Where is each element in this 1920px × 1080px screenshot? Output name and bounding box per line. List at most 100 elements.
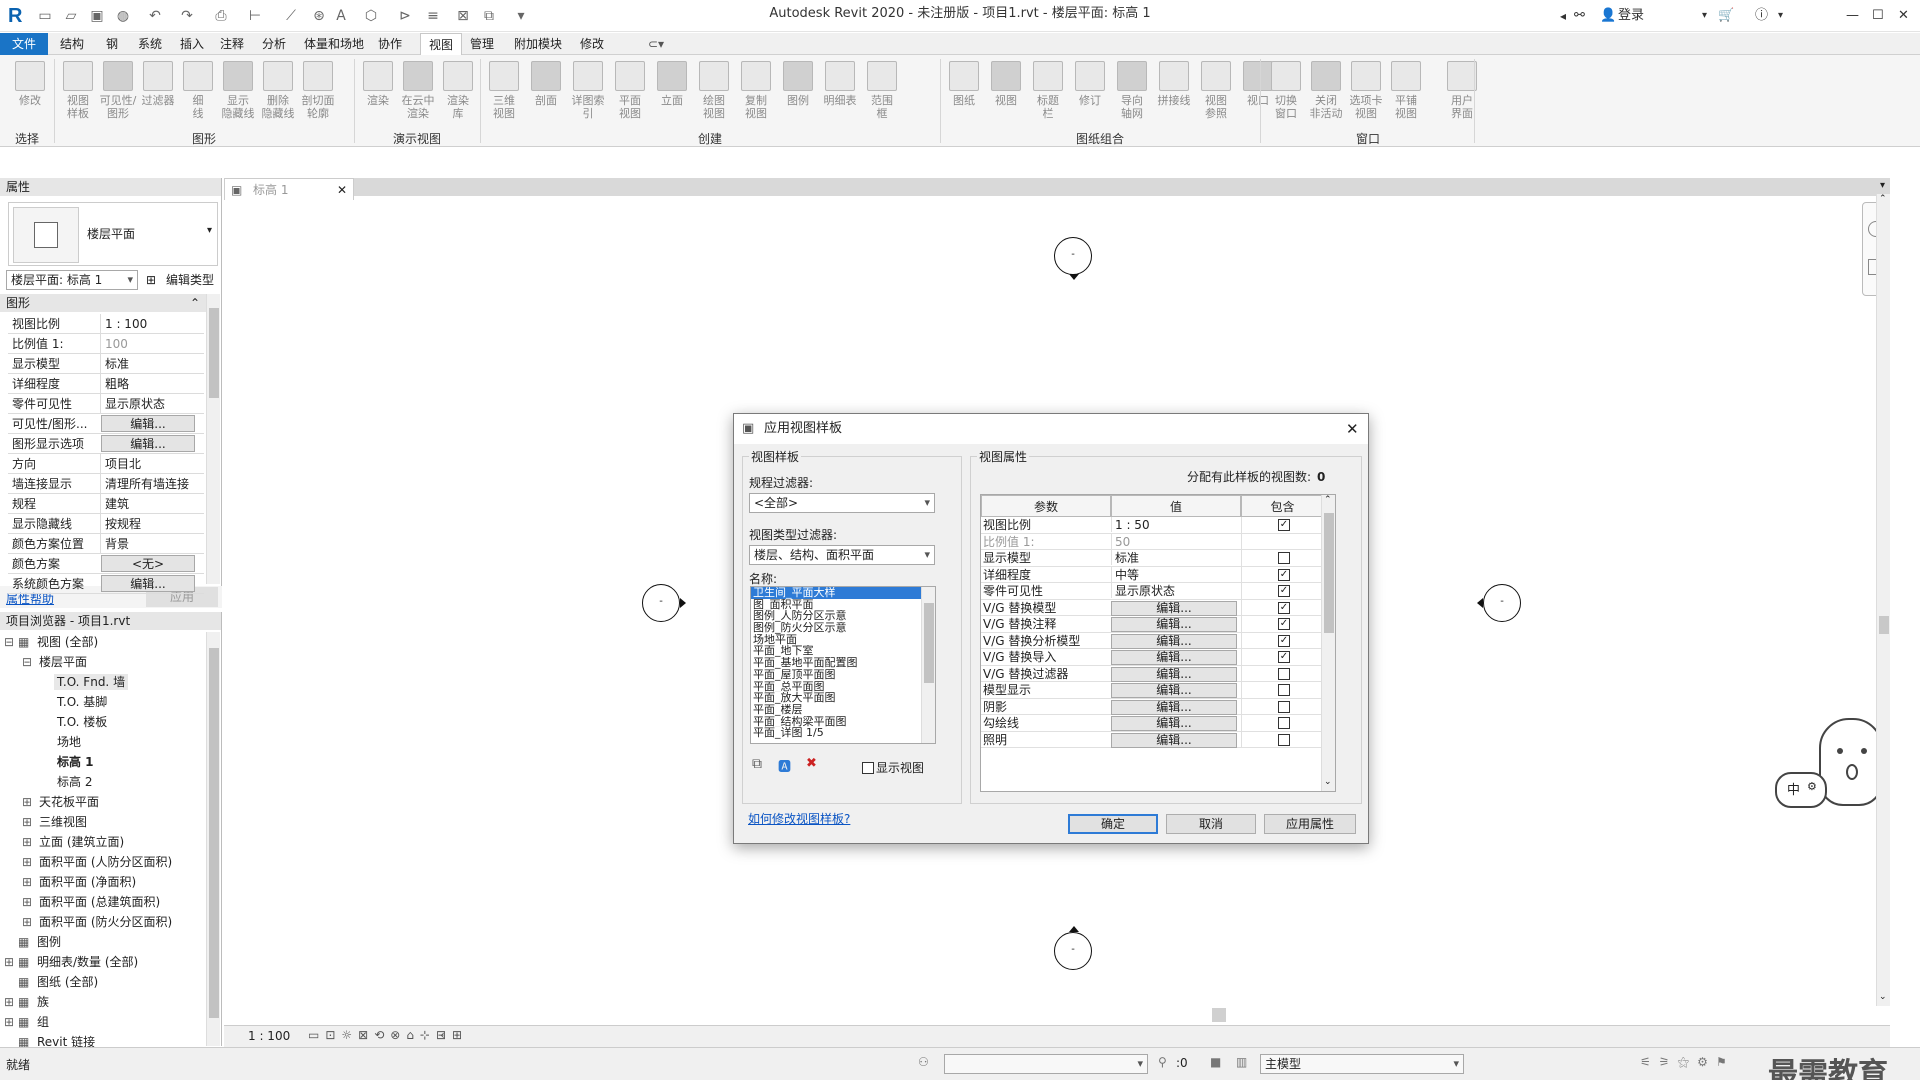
- browser-item-14-expand-icon[interactable]: ⊞: [22, 912, 36, 932]
- delete-template-icon[interactable]: ✖: [806, 756, 817, 771]
- browser-item-16[interactable]: ⊞ ▦ 明细表/数量 (全部): [0, 952, 206, 972]
- minimize-button[interactable]: —: [1846, 4, 1859, 28]
- properties-scrollbar[interactable]: [206, 294, 220, 584]
- browser-item-19[interactable]: ⊞ ▦ 组: [0, 1012, 206, 1032]
- name-list-scrollbar[interactable]: [921, 587, 935, 743]
- ribbon-tab-12[interactable]: 修改: [572, 33, 612, 55]
- ribbon-button-graphics-1[interactable]: 可见性/ 图形: [98, 59, 138, 131]
- view-prop-include-checkbox-7[interactable]: ✓: [1278, 634, 1290, 647]
- ribbon-button-sheet-1[interactable]: 视图: [986, 59, 1026, 131]
- show-views-checkbox[interactable]: [862, 762, 874, 774]
- ribbon-button-window-1[interactable]: 关闭 非活动: [1306, 59, 1346, 131]
- ribbon-tab-1[interactable]: 结构: [52, 33, 92, 55]
- user-icon[interactable]: 👤: [1600, 4, 1616, 28]
- view-prop-row-6[interactable]: V/G 替换注释 编辑... ✓: [981, 616, 1324, 633]
- scroll-up-icon[interactable]: ⌃: [1879, 194, 1887, 204]
- worksets-icon[interactable]: ⚇: [918, 1055, 929, 1069]
- ribbon-button-sheet-3[interactable]: 修订: [1070, 59, 1110, 131]
- elevation-marker-north[interactable]: -: [1054, 237, 1092, 275]
- selection-filter-icons[interactable]: ⚟⚞⚝⚙⚑: [1640, 1055, 1735, 1070]
- table-scroll-up-icon[interactable]: ⌃: [1324, 495, 1332, 505]
- view-prop-row-1[interactable]: 比例值 1: 50: [981, 533, 1324, 550]
- property-row-5[interactable]: 可见性/图形... 编辑...: [8, 414, 204, 434]
- view-prop-row-0[interactable]: 视图比例 1 : 50 ✓: [981, 517, 1324, 534]
- ok-button[interactable]: 确定: [1068, 814, 1158, 834]
- ribbon-button-presentation-2[interactable]: 渲染 库: [438, 59, 478, 131]
- edit-type-button[interactable]: ⊞ 编辑类型: [144, 270, 218, 290]
- template-name-10[interactable]: 平面_楼层: [751, 704, 921, 716]
- browser-item-14[interactable]: ⊞ 面积平面 (防火分区面积): [0, 912, 206, 932]
- property-row-12[interactable]: 颜色方案 <无>: [8, 554, 204, 574]
- template-name-4[interactable]: 场地平面: [751, 634, 921, 646]
- ribbon-tab-8[interactable]: 协作: [370, 33, 410, 55]
- browser-item-13[interactable]: ⊞ 面积平面 (总建筑面积): [0, 892, 206, 912]
- property-value-5[interactable]: 编辑...: [101, 415, 195, 432]
- template-name-12[interactable]: 平面_详图 1/5: [751, 727, 921, 739]
- close-button[interactable]: ✕: [1898, 4, 1909, 28]
- editable-only-icon[interactable]: ▥: [1236, 1055, 1247, 1069]
- cart-icon[interactable]: 🛒: [1718, 4, 1734, 28]
- ribbon-button-presentation-1[interactable]: 在云中 渲染: [398, 59, 438, 131]
- property-row-2[interactable]: 显示模型 标准: [8, 354, 204, 374]
- editable-icon[interactable]: ⚲: [1158, 1055, 1167, 1069]
- ribbon-tab-4[interactable]: 插入: [172, 33, 212, 55]
- ribbon-tab-6[interactable]: 分析: [254, 33, 294, 55]
- binoculars-icon[interactable]: ⚯: [1574, 4, 1585, 28]
- property-row-4[interactable]: 零件可见性 显示原状态: [8, 394, 204, 414]
- login-link[interactable]: 登录: [1618, 4, 1644, 28]
- property-value-6[interactable]: 编辑...: [101, 435, 195, 452]
- browser-item-15[interactable]: ▦ 图例: [0, 932, 206, 952]
- collapse-icon[interactable]: ⌃: [190, 294, 200, 312]
- ribbon-button-create-5[interactable]: 绘图 视图: [694, 59, 734, 131]
- browser-item-7[interactable]: 标高 2: [0, 772, 206, 792]
- ribbon-button-create-3[interactable]: 平面 视图: [610, 59, 650, 131]
- ribbon-button-window-0[interactable]: 切换 窗口: [1266, 59, 1306, 131]
- ribbon-button-graphics-5[interactable]: 删除 隐藏线: [258, 59, 298, 131]
- view-prop-value-7[interactable]: 编辑...: [1111, 633, 1237, 649]
- property-row-9[interactable]: 规程 建筑: [8, 494, 204, 514]
- apply-properties-button[interactable]: 应用属性: [1264, 814, 1356, 834]
- browser-item-12-expand-icon[interactable]: ⊞: [22, 872, 36, 892]
- ribbon-button-graphics-2[interactable]: 过滤器: [138, 59, 178, 131]
- canvas-vertical-scrollbar[interactable]: ⌃ ⌄: [1876, 194, 1890, 1006]
- browser-item-3[interactable]: T.O. 基脚: [0, 692, 206, 712]
- browser-item-19-expand-icon[interactable]: ⊞: [4, 1012, 18, 1032]
- ribbon-button-sheet-5[interactable]: 拼接线: [1154, 59, 1194, 131]
- document-tab[interactable]: ▣ 标高 1 ✕: [224, 178, 354, 200]
- browser-item-4[interactable]: T.O. 楼板: [0, 712, 206, 732]
- help-dropdown-icon[interactable]: ▾: [1778, 4, 1783, 28]
- ime-indicator[interactable]: 中 ⚙: [1775, 772, 1827, 808]
- view-prop-row-9[interactable]: V/G 替换过滤器 编辑...: [981, 665, 1324, 682]
- ribbon-tab-5[interactable]: 注释: [212, 33, 252, 55]
- template-name-3[interactable]: 图例_防火分区示意: [751, 622, 921, 634]
- view-prop-row-3[interactable]: 详细程度 中等 ✓: [981, 566, 1324, 583]
- property-row-7[interactable]: 方向 项目北: [8, 454, 204, 474]
- ribbon-tab-0[interactable]: 文件: [0, 33, 49, 55]
- type-dropdown-icon[interactable]: ▾: [207, 225, 212, 236]
- template-name-11[interactable]: 平面_结构梁平面图: [751, 716, 921, 728]
- workset-selector[interactable]: [944, 1054, 1148, 1074]
- template-name-list[interactable]: 卫生间_平面大样 图_面积平面 图例_人防分区示意 图例_防火分区示意 场地平面 平面_地…: [750, 586, 936, 744]
- browser-item-5[interactable]: 场地: [0, 732, 206, 752]
- view-prop-include-checkbox-12[interactable]: [1278, 717, 1290, 729]
- elevation-marker-south[interactable]: -: [1054, 932, 1092, 970]
- canvas-horizontal-scroll-thumb[interactable]: [1212, 1008, 1226, 1022]
- view-prop-include-checkbox-6[interactable]: ✓: [1278, 618, 1290, 630]
- view-prop-row-10[interactable]: 模型显示 编辑...: [981, 682, 1324, 699]
- rename-template-icon[interactable]: 🅰: [778, 756, 791, 775]
- ribbon-tab-3[interactable]: 系统: [130, 33, 170, 55]
- ribbon-button-sheet-6[interactable]: 视图 参照: [1196, 59, 1236, 131]
- instance-selector[interactable]: 楼层平面: 标高 1: [6, 270, 138, 290]
- template-name-2[interactable]: 图例_人防分区示意: [751, 610, 921, 622]
- template-name-6[interactable]: 平面_基地平面配置图: [751, 657, 921, 669]
- ribbon-button-graphics-4[interactable]: 显示 隐藏线: [218, 59, 258, 131]
- ribbon-button-create-6[interactable]: 复制 视图: [736, 59, 776, 131]
- how-to-modify-link[interactable]: 如何修改视图样板?: [748, 810, 850, 827]
- template-name-9[interactable]: 平面_放大平面图: [751, 692, 921, 704]
- view-prop-row-5[interactable]: V/G 替换模型 编辑... ✓: [981, 599, 1324, 616]
- property-row-1[interactable]: 比例值 1: 100: [8, 334, 204, 354]
- property-value-13[interactable]: 编辑...: [101, 575, 195, 592]
- browser-item-13-expand-icon[interactable]: ⊞: [22, 892, 36, 912]
- ribbon-button-select-0[interactable]: 修改: [10, 59, 50, 131]
- view-prop-value-6[interactable]: 编辑...: [1111, 617, 1237, 632]
